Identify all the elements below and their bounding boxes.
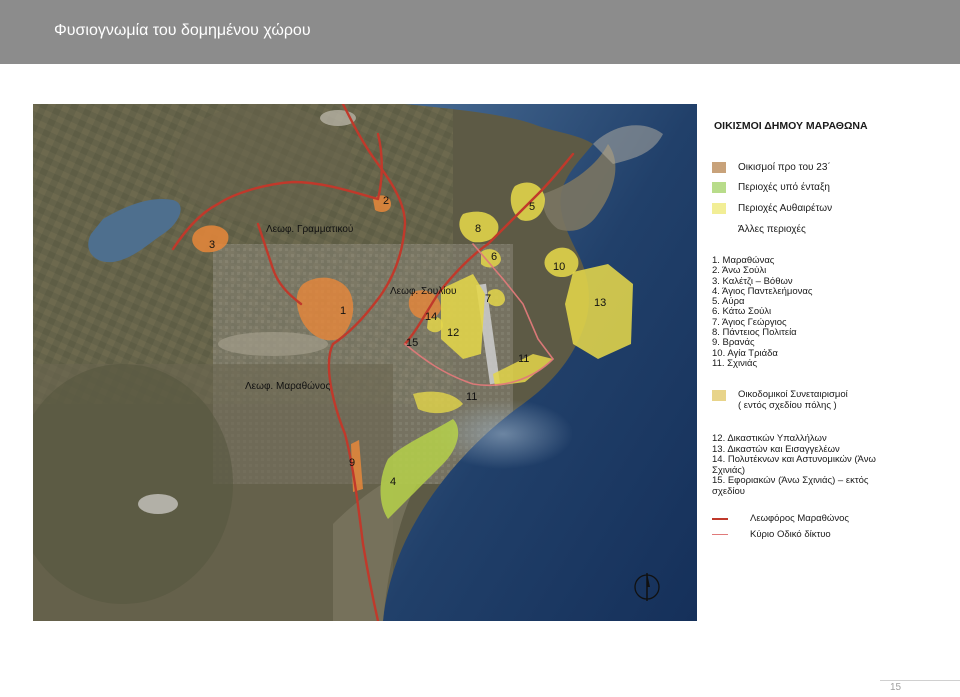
zone-number: 9 — [349, 457, 355, 469]
settlement-list: 1. Μαραθώνας 2. Άνω Σούλι 3. Καλέτζι – Β… — [712, 255, 813, 369]
page-title: Φυσιογνωμία του δομημένου χώρου — [54, 22, 311, 39]
north-arrow-icon — [634, 573, 660, 601]
satellite-map[interactable]: Λεωφ. Γραμματικού Λεωφ. Σουλίου Λεωφ. Μα… — [33, 104, 697, 621]
zone-number: 3 — [209, 239, 215, 251]
zone-number: 13 — [594, 297, 606, 309]
swatch-cooperative — [712, 390, 726, 401]
zone-number: 2 — [383, 195, 389, 207]
cooperative-list: 12. Δικαστικών Υπαλλήλων 13. Δικαστών κα… — [712, 433, 892, 497]
zone-number: 11 — [518, 353, 529, 365]
zone-number: 1 — [340, 305, 346, 317]
zone-number: 14 — [425, 311, 437, 323]
legend-item-unauthorized: Περιοχές Αυθαιρέτων — [712, 201, 832, 215]
road-network-line-icon — [712, 534, 728, 535]
road-label-souliou: Λεωφ. Σουλίου — [390, 285, 456, 297]
legend-label: Περιοχές Αυθαιρέτων — [738, 202, 833, 214]
zone-number: 15 — [406, 337, 418, 349]
main-avenue-line-icon — [712, 517, 728, 520]
zone-number: 6 — [491, 251, 497, 263]
cooperative-item: 15. Εφοριακών (Άνω Σχινιάς) – εκτός σχεδ… — [712, 475, 869, 497]
footer-rule — [880, 680, 960, 681]
zone-number: 4 — [390, 476, 396, 488]
road-label-marathonos: Λεωφ. Μαραθώνος — [245, 380, 330, 392]
zone-number: 8 — [475, 223, 481, 235]
map-panel[interactable]: Λεωφ. Γραμματικού Λεωφ. Σουλίου Λεωφ. Μα… — [33, 104, 697, 621]
legend-label: Οικισμοί προ του 23΄ — [738, 161, 831, 173]
cooperatives-subtitle: ( εντός σχεδίου πόλης ) — [738, 400, 837, 411]
legend-item-pre23: Οικισμοί προ του 23΄ — [712, 160, 831, 174]
zone-number: 12 — [447, 327, 459, 339]
zone-number: 5 — [529, 201, 535, 213]
legend-item-main-avenue: Λεωφόρος Μαραθώνος — [712, 513, 849, 524]
page-number: 15 — [890, 682, 902, 693]
zone-13[interactable] — [565, 264, 633, 359]
legend-item-other: Άλλες περιοχές — [712, 222, 806, 236]
legend-panel: ΟΙΚΙΣΜΟΙ ΔΗΜΟΥ ΜΑΡΑΘΩΝΑ Οικισμοί προ του… — [698, 104, 960, 621]
swatch-other — [712, 224, 726, 235]
road-label-grammatikou: Λεωφ. Γραμματικού — [266, 223, 353, 235]
legend-label: Κύριο Οδικό δίκτυο — [750, 529, 831, 540]
legend-cooperatives: Οικοδομικοί Συνεταιρισμοί ( εντός σχεδίο… — [712, 389, 848, 411]
settlement-item: 11. Σχινιάς — [712, 357, 758, 369]
page-header: Φυσιογνωμία του δομημένου χώρου — [0, 0, 960, 64]
cooperative-item: 14. Πολυτέκνων και Αστυνομικών (Άνω Σχιν… — [712, 454, 876, 476]
swatch-pre23 — [712, 161, 726, 173]
legend-item-road-network: Κύριο Οδικό δίκτυο — [712, 529, 831, 540]
legend-item-inclusion: Περιοχές υπό ένταξη — [712, 180, 830, 194]
legend-label: Άλλες περιοχές — [738, 223, 806, 235]
legend-title: ΟΙΚΙΣΜΟΙ ΔΗΜΟΥ ΜΑΡΑΘΩΝΑ — [714, 120, 868, 132]
cooperatives-title: Οικοδομικοί Συνεταιρισμοί — [738, 389, 848, 400]
cooperative-item: 12. Δικαστικών Υπαλλήλων — [712, 433, 827, 444]
zone-number: 7 — [485, 293, 491, 305]
swatch-unauthorized — [712, 202, 726, 214]
zone-number: 11 — [466, 391, 477, 403]
legend-label: Περιοχές υπό ένταξη — [738, 181, 830, 193]
legend-label: Λεωφόρος Μαραθώνος — [750, 513, 849, 524]
zone-number: 10 — [553, 261, 565, 273]
swatch-inclusion — [712, 181, 726, 193]
